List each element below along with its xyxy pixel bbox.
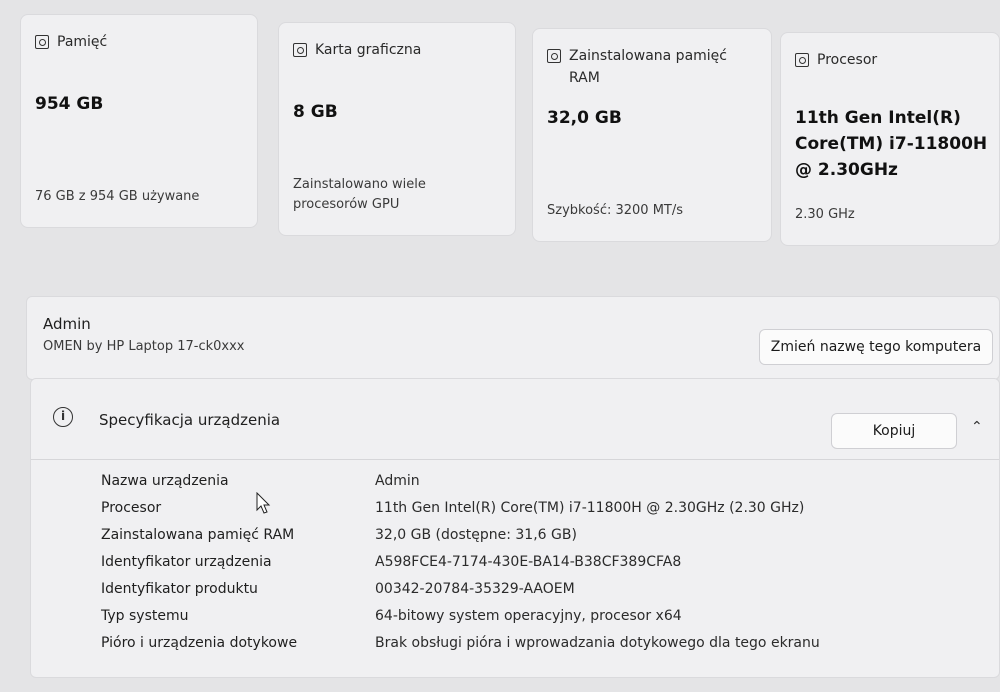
- spec-key: Procesor: [101, 500, 162, 516]
- ram-icon: [547, 49, 561, 63]
- spec-value: A598FCE4-7174-430E-BA14-B38CF389CFA8: [375, 554, 682, 570]
- spec-key: Identyfikator produktu: [101, 581, 258, 597]
- cpu-label: Procesor: [817, 52, 878, 68]
- specs-list: Nazwa urządzenia Admin Procesor 11th Gen…: [31, 469, 999, 658]
- storage-icon: [35, 35, 49, 49]
- ram-value: 32,0 GB: [547, 108, 622, 128]
- ram-card[interactable]: Zainstalowana pamięć RAM 32,0 GB Szybkoś…: [532, 28, 772, 242]
- storage-label: Pamięć: [57, 34, 108, 50]
- gpu-card-header: Karta graficzna: [293, 39, 421, 61]
- gpu-card[interactable]: Karta graficzna 8 GB Zainstalowano wiele…: [278, 22, 516, 236]
- spec-row: Identyfikator produktu 00342-20784-35329…: [31, 577, 999, 604]
- spec-value: 32,0 GB (dostępne: 31,6 GB): [375, 527, 577, 543]
- cpu-speed: 2.30 GHz: [795, 207, 855, 222]
- ram-label: Zainstalowana pamięć RAM: [569, 48, 727, 86]
- cpu-card-header: Procesor: [795, 49, 877, 71]
- device-specs-panel: i Specyfikacja urządzenia Kopiuj ⌃ Nazwa…: [30, 378, 1000, 678]
- cpu-card[interactable]: Procesor 11th Gen Intel(R) Core(TM) i7-1…: [780, 32, 1000, 246]
- spec-key: Nazwa urządzenia: [101, 473, 229, 489]
- mouse-cursor-icon: [256, 492, 271, 514]
- spec-value: Brak obsługi pióra i wprowadzania dotyko…: [375, 635, 820, 651]
- copy-button[interactable]: Kopiuj: [831, 413, 957, 449]
- spec-value: Admin: [375, 473, 420, 489]
- specs-title: Specyfikacja urządzenia: [99, 411, 281, 429]
- spec-row: Nazwa urządzenia Admin: [31, 469, 999, 496]
- spec-row: Typ systemu 64-bitowy system operacyjny,…: [31, 604, 999, 631]
- spec-key: Identyfikator urządzenia: [101, 554, 272, 570]
- rename-pc-button[interactable]: Zmień nazwę tego komputera: [759, 329, 993, 365]
- storage-card-header: Pamięć: [35, 31, 107, 53]
- device-model: OMEN by HP Laptop 17-ck0xxx: [43, 339, 245, 354]
- spec-row: Zainstalowana pamięć RAM 32,0 GB (dostęp…: [31, 523, 999, 550]
- cpu-value: 11th Gen Intel(R) Core(TM) i7-11800H @ 2…: [795, 108, 988, 180]
- chevron-up-icon[interactable]: ⌃: [971, 419, 983, 435]
- gpu-label: Karta graficzna: [315, 42, 422, 58]
- device-specs-header[interactable]: i Specyfikacja urządzenia Kopiuj ⌃: [31, 379, 999, 460]
- ram-card-header: Zainstalowana pamięć RAM: [547, 45, 739, 89]
- cpu-icon: [795, 53, 809, 67]
- spec-value: 00342-20784-35329-AAOEM: [375, 581, 575, 597]
- storage-card[interactable]: Pamięć 954 GB 76 GB z 954 GB używane: [20, 14, 258, 228]
- info-icon: i: [53, 407, 73, 427]
- gpu-sub: Zainstalowano wiele procesorów GPU: [293, 177, 426, 212]
- spec-row: Identyfikator urządzenia A598FCE4-7174-4…: [31, 550, 999, 577]
- spec-value: 11th Gen Intel(R) Core(TM) i7-11800H @ 2…: [375, 500, 805, 516]
- device-name: Admin: [43, 315, 91, 333]
- spec-row: Pióro i urządzenia dotykowe Brak obsługi…: [31, 631, 999, 658]
- ram-speed: Szybkość: 3200 MT/s: [547, 203, 683, 218]
- gpu-value: 8 GB: [293, 102, 338, 122]
- storage-usage: 76 GB z 954 GB używane: [35, 189, 200, 204]
- spec-value: 64-bitowy system operacyjny, procesor x6…: [375, 608, 682, 624]
- spec-row: Procesor 11th Gen Intel(R) Core(TM) i7-1…: [31, 496, 999, 523]
- spec-key: Zainstalowana pamięć RAM: [101, 527, 295, 543]
- gpu-icon: [293, 43, 307, 57]
- spec-key: Pióro i urządzenia dotykowe: [101, 635, 298, 651]
- spec-key: Typ systemu: [101, 608, 189, 624]
- device-name-panel: Admin OMEN by HP Laptop 17-ck0xxx Zmień …: [26, 296, 1000, 380]
- storage-value: 954 GB: [35, 94, 104, 114]
